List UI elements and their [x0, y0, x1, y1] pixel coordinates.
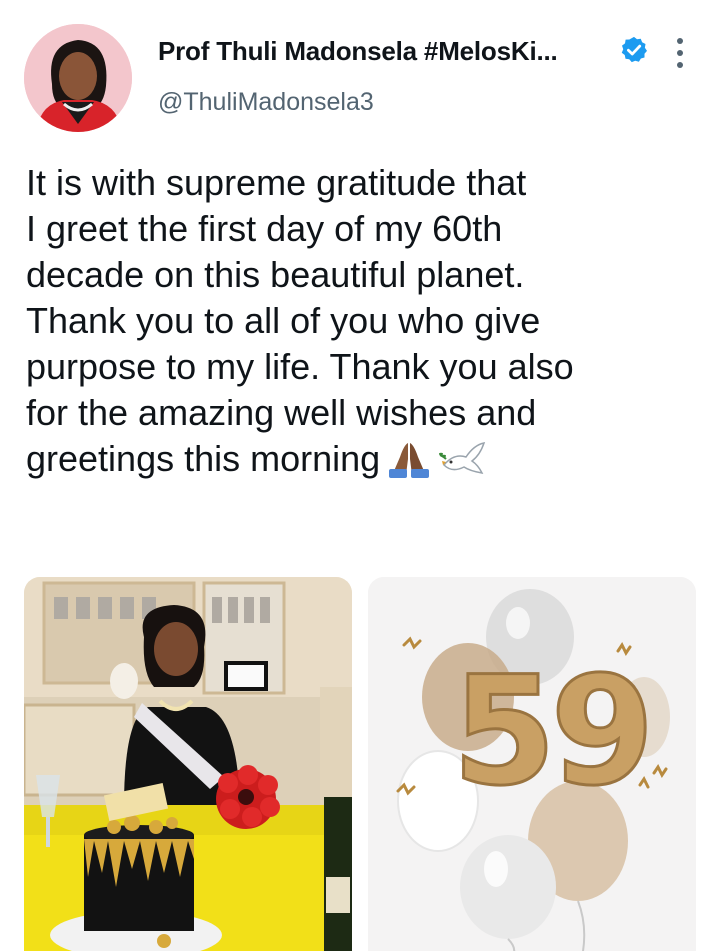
tweet-line: I greet the first day of my 60th: [26, 208, 503, 249]
tweet-line: Thank you to all of you who give: [26, 300, 541, 341]
tweet-header: Prof Thuli Madonsela #MelosKi... @ThuliM…: [0, 0, 720, 150]
tweet-line: decade on this beautiful planet.: [26, 254, 525, 295]
avatar[interactable]: [24, 24, 132, 132]
tweet-text: It is with supreme gratitude that I gree…: [26, 160, 706, 490]
verified-badge-icon: [619, 35, 649, 65]
author-handle[interactable]: @ThuliMadonsela3: [158, 88, 374, 117]
tweet-line: for the amazing well wishes and: [26, 392, 537, 433]
tweet-line: greetings this morning: [26, 438, 381, 479]
birthday-photo[interactable]: [24, 577, 352, 951]
tweet-line: It is with supreme gratitude that: [26, 162, 527, 203]
dove-emoji: [438, 439, 488, 490]
tweet-media: 59: [24, 577, 696, 951]
more-options-icon[interactable]: [670, 38, 690, 72]
author-display-name[interactable]: Prof Thuli Madonsela #MelosKi...: [158, 36, 608, 67]
balloons-image[interactable]: 59: [368, 577, 696, 951]
balloon-number: 59: [452, 645, 649, 819]
tweet-line-last: greetings this morning: [26, 436, 706, 490]
tweet-line: purpose to my life. Thank you also: [26, 346, 574, 387]
folded-hands-emoji: [386, 439, 432, 490]
